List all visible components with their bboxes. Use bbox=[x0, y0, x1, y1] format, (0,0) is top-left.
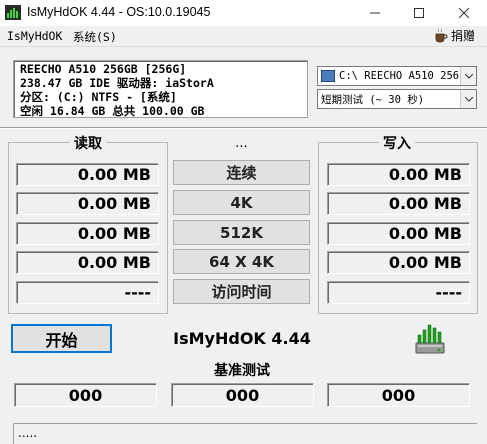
drive-select[interactable]: C:\ REECHO A510 256( bbox=[317, 66, 477, 86]
write-access-time-value: ---- bbox=[327, 281, 470, 304]
write-4k-value: 0.00 MB bbox=[327, 192, 470, 215]
menu-bar: IsMyHdOK 系统(S) 捐赠 bbox=[0, 26, 487, 47]
dropdown-arrow-icon bbox=[460, 90, 476, 108]
minimize-icon bbox=[370, 12, 380, 14]
close-icon bbox=[459, 8, 469, 18]
test-mode-value: 短期测试 (~ 30 秒) bbox=[321, 93, 425, 106]
drive-capacity: 238.47 GB IDE 驱动器: iaStorA bbox=[20, 76, 214, 90]
start-button[interactable]: 开始 bbox=[11, 324, 112, 353]
test-512k-button[interactable]: 512K bbox=[173, 220, 310, 245]
maximize-button[interactable] bbox=[396, 0, 442, 26]
read-4k-value: 0.00 MB bbox=[16, 192, 159, 215]
write-label: 写入 bbox=[379, 133, 415, 152]
read-access-time-value: ---- bbox=[16, 281, 159, 304]
read-512k-value: 0.00 MB bbox=[16, 222, 159, 245]
close-button[interactable] bbox=[441, 0, 487, 26]
read-seq-value: 0.00 MB bbox=[16, 163, 159, 186]
benchmark-label: 基准测试 bbox=[214, 363, 270, 379]
donate-cup-icon bbox=[435, 28, 448, 42]
read-label: 读取 bbox=[70, 133, 106, 152]
benchmark-hdd-icon[interactable] bbox=[413, 321, 447, 355]
app-icon bbox=[5, 5, 21, 20]
maximize-icon bbox=[414, 8, 424, 18]
drive-partition: 分区: (C:) NTFS - [系统] bbox=[20, 90, 177, 104]
read-64x4k-value: 0.00 MB bbox=[16, 251, 159, 274]
benchmark-total-value: 000 bbox=[171, 383, 314, 407]
dropdown-arrow-icon bbox=[460, 67, 476, 85]
app-name-label: IsMyHdOK 4.44 bbox=[173, 329, 311, 348]
menu-system[interactable]: 系统(S) bbox=[73, 29, 117, 45]
menu-ismyhdok[interactable]: IsMyHdOK bbox=[7, 29, 62, 43]
separator bbox=[0, 127, 487, 129]
test-seq-button[interactable]: 连续 bbox=[173, 160, 310, 185]
test-mode-select[interactable]: 短期测试 (~ 30 秒) bbox=[317, 89, 477, 109]
write-512k-value: 0.00 MB bbox=[327, 222, 470, 245]
benchmark-read-value: 000 bbox=[14, 383, 157, 407]
drive-select-value: C:\ REECHO A510 256( bbox=[339, 70, 466, 82]
donate-button[interactable]: 捐赠 bbox=[433, 27, 475, 44]
drive-info-panel: REECHO A510 256GB [256G] 238.47 GB IDE 驱… bbox=[13, 60, 308, 118]
window-title: IsMyHdOK 4.44 - OS:10.0.19045 bbox=[27, 5, 211, 19]
title-bar: IsMyHdOK 4.44 - OS:10.0.19045 bbox=[0, 0, 487, 26]
drive-model: REECHO A510 256GB [256G] bbox=[20, 62, 187, 76]
status-bar: ..... bbox=[13, 423, 477, 444]
test-4k-button[interactable]: 4K bbox=[173, 190, 310, 215]
drive-icon bbox=[321, 70, 335, 82]
test-64x4k-button[interactable]: 64 X 4K bbox=[173, 249, 310, 274]
benchmark-write-value: 000 bbox=[327, 383, 470, 407]
drive-free-space: 空闲 16.84 GB 总共 100.00 GB bbox=[20, 104, 205, 118]
write-seq-value: 0.00 MB bbox=[327, 163, 470, 186]
write-64x4k-value: 0.00 MB bbox=[327, 251, 470, 274]
donate-label: 捐赠 bbox=[451, 29, 476, 43]
test-access-time-button[interactable]: 访问时间 bbox=[173, 279, 310, 304]
minimize-button[interactable] bbox=[352, 0, 398, 26]
middle-dots: ... bbox=[235, 136, 248, 151]
